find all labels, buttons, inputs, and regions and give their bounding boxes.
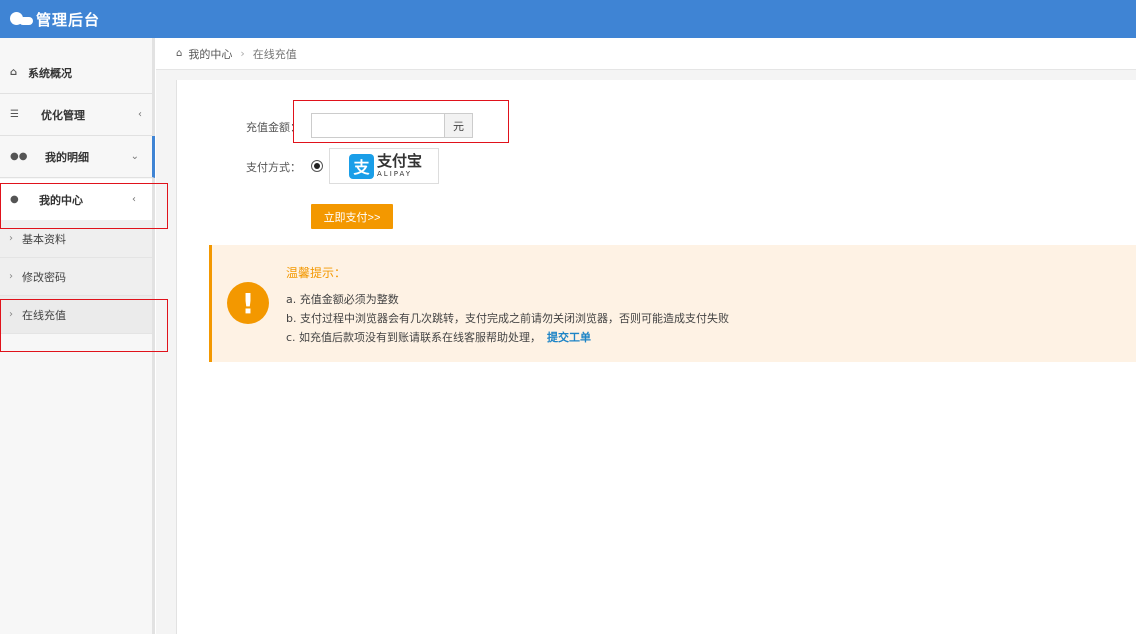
payment-method-label: 支付方式：: [246, 161, 301, 174]
sidebar-item-overview[interactable]: ⌂ 系统概况: [0, 52, 152, 94]
highlight-box-amount: [293, 100, 509, 143]
breadcrumb-current: 在线充值: [252, 47, 297, 61]
notice-line: a. 充值金额必须为整数: [286, 293, 399, 306]
sidebar-item-label: 系统概况: [28, 66, 72, 80]
sidebar-item-details[interactable]: ●● 我的明细 ⌄: [0, 136, 155, 178]
chevron-right-icon: ›: [9, 271, 13, 282]
alipay-logo-icon: 支: [349, 153, 374, 179]
pay-now-button[interactable]: 立即支付>>: [311, 204, 393, 229]
sidebar-subitem-password[interactable]: › 修改密码: [0, 258, 152, 296]
notice-line-with-link: c. 如充值后款项没有到账请联系在线客服帮助处理， 提交工单: [286, 329, 591, 345]
alipay-option[interactable]: 支 支付宝 ALIPAY: [329, 148, 439, 184]
sidebar-subitem-label: 基本资料: [22, 232, 66, 246]
home-icon[interactable]: ⌂: [176, 48, 182, 59]
users-icon: ●●: [10, 151, 28, 162]
alipay-radio[interactable]: [311, 160, 323, 172]
sidebar-item-label: 优化管理: [41, 108, 85, 122]
notice-line-text: c. 如充值后款项没有到账请联系在线客服帮助处理，: [286, 331, 542, 344]
breadcrumb-parent-link[interactable]: 我的中心: [188, 46, 232, 62]
list-icon: ☰: [10, 109, 19, 120]
breadcrumb: ⌂ 我的中心 › 在线充值: [156, 38, 1136, 70]
submit-ticket-link[interactable]: 提交工单: [547, 331, 591, 344]
notice-line: b. 支付过程中浏览器会有几次跳转，支付完成之前请勿关闭浏览器，否则可能造成支付…: [286, 312, 729, 325]
chevron-left-icon: ‹: [138, 109, 142, 120]
top-header-bar: 管理后台: [0, 0, 1136, 38]
sidebar-subitem-label: 修改密码: [22, 270, 66, 284]
alipay-name: 支付宝: [377, 152, 423, 170]
home-icon: ⌂: [10, 67, 18, 78]
notice-title: 温馨提示：: [286, 266, 347, 280]
highlight-box-recharge: [0, 299, 168, 352]
sidebar-item-label: 我的明细: [45, 150, 89, 164]
logo-icon: [10, 12, 34, 26]
chevron-right-icon: ›: [9, 233, 13, 244]
chevron-down-icon: ⌄: [130, 151, 139, 162]
warning-icon: !: [227, 282, 269, 324]
sidebar-item-optimization[interactable]: ☰ 优化管理 ‹: [0, 94, 152, 136]
breadcrumb-separator-icon: ›: [240, 47, 245, 60]
alipay-name-en: ALIPAY: [377, 170, 413, 178]
highlight-box-my-center: [0, 183, 168, 229]
brand-title: 管理后台: [36, 10, 101, 29]
